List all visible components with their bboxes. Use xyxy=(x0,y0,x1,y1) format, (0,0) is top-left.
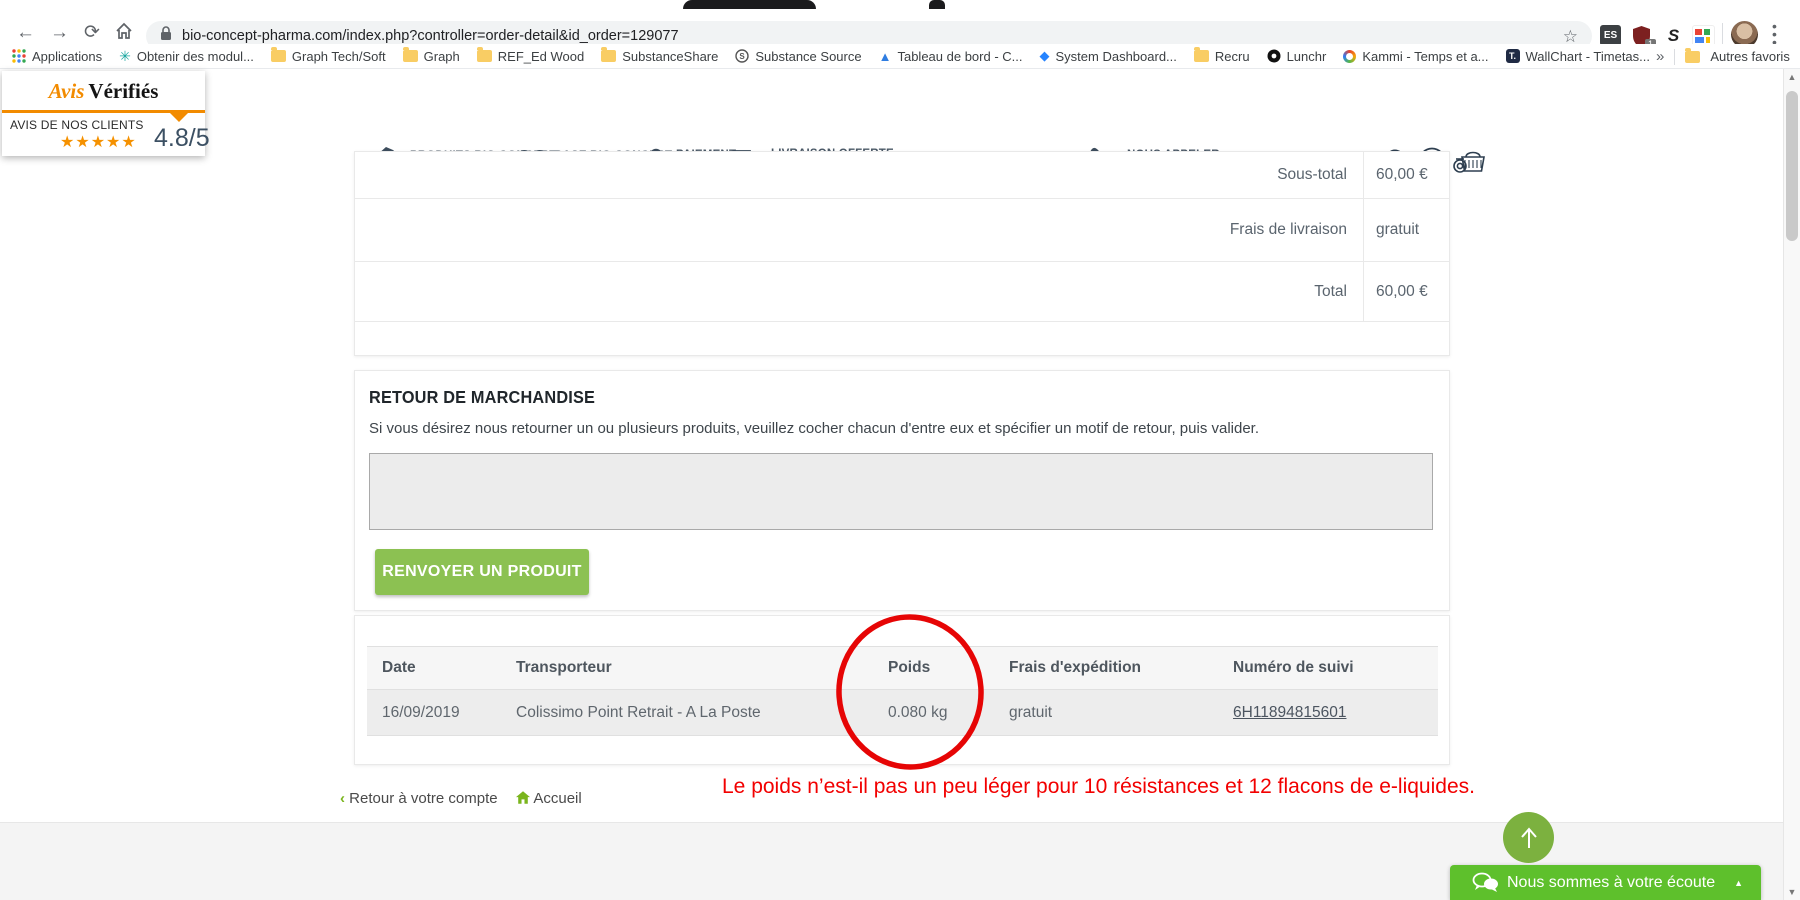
teal-burst-icon: ✳ xyxy=(119,48,131,65)
col-date: Date xyxy=(367,659,501,677)
bookmark-graph[interactable]: Graph xyxy=(403,49,460,64)
cell-carrier: Colissimo Point Retrait - A La Poste xyxy=(501,704,873,722)
folder-icon xyxy=(601,50,616,62)
bookmarks-divider xyxy=(1674,49,1675,65)
apps-grid-icon xyxy=(12,49,26,63)
shipping-fee-label: Frais de livraison xyxy=(355,221,1363,239)
chat-caret-icon: ▲ xyxy=(1734,878,1743,888)
chevron-left-icon: ‹ xyxy=(340,790,349,807)
shipping-fee-value: gratuit xyxy=(1363,199,1449,261)
col-transporteur: Transporteur xyxy=(501,659,873,677)
back-icon[interactable]: ← xyxy=(16,23,35,43)
home-icon[interactable] xyxy=(114,21,134,46)
forward-icon[interactable]: → xyxy=(50,23,69,43)
folder-icon xyxy=(271,50,286,62)
total-value: 60,00 € xyxy=(1363,262,1449,321)
order-totals-card: Sous-total 60,00 € Frais de livraison gr… xyxy=(354,151,1450,356)
orange-triangle xyxy=(170,113,188,122)
bookmark-substance-source[interactable]: S Substance Source xyxy=(735,49,861,64)
tracking-number-link[interactable]: 6H11894815601 xyxy=(1233,704,1347,721)
browser-tab-fragment xyxy=(929,0,945,9)
bookmark-wallchart[interactable]: T. WallChart - Timetas... xyxy=(1506,49,1650,64)
folder-icon xyxy=(1685,51,1700,63)
cell-shipping-cost: gratuit xyxy=(994,704,1218,722)
browser-toolbar: ← → ⟳ bio-concept-pharma.com/index.php?c… xyxy=(0,9,1800,45)
reload-icon[interactable]: ⟳ xyxy=(84,23,100,43)
avis-verifies-logo: Avis Vérifiés xyxy=(2,71,205,104)
bookmark-recru[interactable]: Recru xyxy=(1194,49,1250,64)
home-accueil-link[interactable]: Accueil xyxy=(516,790,582,807)
total-label: Total xyxy=(355,283,1363,301)
annotation-note: Le poids n’est-il pas un peu léger pour … xyxy=(722,775,1475,799)
s-circle-icon: S xyxy=(735,49,749,63)
col-frais-expedition: Frais d'expédition xyxy=(994,659,1218,677)
bookmark-applications[interactable]: Applications xyxy=(12,49,102,64)
extension-shield-icon[interactable]: 1 xyxy=(1631,25,1652,46)
blue-diamond-icon: ◆ xyxy=(1040,48,1050,64)
bookmark-graph-tech[interactable]: Graph Tech/Soft xyxy=(271,49,386,64)
navy-square-t-icon: T. xyxy=(1506,49,1520,63)
total-row-total: Total 60,00 € xyxy=(355,262,1449,322)
rating-value: 4.8/5 xyxy=(154,124,210,153)
col-numero-suivi: Numéro de suivi xyxy=(1218,659,1438,677)
page: ← → ⟳ bio-concept-pharma.com/index.php?c… xyxy=(0,0,1800,900)
bookmarks-right-cluster: » Autres favoris xyxy=(1656,44,1790,69)
total-row-shipping: Frais de livraison gratuit xyxy=(355,199,1449,262)
arrow-up-icon xyxy=(1518,826,1540,850)
bookmark-tableau-de-bord[interactable]: ▲ Tableau de bord - C... xyxy=(879,49,1023,64)
chat-label: Nous sommes à votre écoute xyxy=(1507,874,1715,892)
bookmarks-bar: Applications ✳ Obtenir des modul... Grap… xyxy=(0,44,1800,69)
bookmark-substanceshare[interactable]: SubstanceShare xyxy=(601,49,718,64)
total-row-subtotal: Sous-total 60,00 € xyxy=(355,152,1449,199)
back-to-account-link[interactable]: ‹ Retour à votre compte xyxy=(340,790,498,807)
return-section-title: RETOUR DE MARCHANDISE xyxy=(369,387,595,408)
page-scrollbar[interactable]: ▲ ▼ xyxy=(1783,69,1800,900)
blue-triangle-icon: ▲ xyxy=(879,49,892,64)
folder-icon xyxy=(403,50,418,62)
avis-caption: AVIS DE NOS CLIENTS xyxy=(10,118,144,132)
subtotal-label: Sous-total xyxy=(355,166,1363,184)
bookmark-system-dashboard[interactable]: ◆ System Dashboard... xyxy=(1040,48,1177,64)
chat-widget-bar[interactable]: Nous sommes à votre écoute ▲ xyxy=(1450,865,1761,900)
return-product-button[interactable]: RENVOYER UN PRODUIT xyxy=(375,549,589,595)
return-reason-textarea[interactable] xyxy=(369,453,1433,530)
home-icon xyxy=(516,791,530,804)
bookmark-lunchr[interactable]: Lunchr xyxy=(1267,49,1327,64)
url-text[interactable]: bio-concept-pharma.com/index.php?control… xyxy=(182,28,679,44)
black-dot-icon xyxy=(1267,49,1281,63)
site-header: PRODUITS BIO CONCEPTORIGINE FRANCE GARAN… xyxy=(0,69,1800,152)
cart-basket-icon[interactable] xyxy=(1452,147,1486,180)
rainbow-ring-icon xyxy=(1343,50,1356,63)
extension-es-icon[interactable]: ES xyxy=(1600,25,1621,46)
subtotal-value: 60,00 € xyxy=(1363,152,1449,198)
menu-kebab-icon[interactable]: ••• xyxy=(1772,22,1777,46)
browser-tab-fragment xyxy=(683,0,816,9)
bookmark-modules[interactable]: ✳ Obtenir des modul... xyxy=(119,48,254,65)
chat-bubbles-icon xyxy=(1472,872,1499,893)
svg-text:S: S xyxy=(740,52,746,61)
other-favorites-label[interactable]: Autres favoris xyxy=(1710,49,1789,64)
avis-verifies-widget[interactable]: Avis Vérifiés AVIS DE NOS CLIENTS ★★★★★ … xyxy=(2,71,205,156)
return-section-description: Si vous désirez nous retourner un ou plu… xyxy=(369,420,1259,437)
folder-icon xyxy=(1194,50,1209,62)
lock-icon xyxy=(160,26,172,46)
bookmark-ref-ed-wood[interactable]: REF_Ed Wood xyxy=(477,49,584,64)
extension-substance-icon[interactable]: S xyxy=(1663,25,1684,46)
folder-icon xyxy=(477,50,492,62)
scrollbar-up-icon[interactable]: ▲ xyxy=(1784,69,1800,85)
scrollbar-thumb[interactable] xyxy=(1786,91,1798,241)
scroll-top-button[interactable] xyxy=(1503,812,1554,863)
annotation-circle xyxy=(831,610,989,774)
scrollbar-down-icon[interactable]: ▼ xyxy=(1784,884,1800,900)
return-merchandise-card: RETOUR DE MARCHANDISE Si vous désirez no… xyxy=(354,370,1450,611)
rating-stars: ★★★★★ xyxy=(60,132,137,152)
bookmarks-overflow-chevron[interactable]: » xyxy=(1656,48,1664,65)
bookmark-kammi[interactable]: Kammi - Temps et a... xyxy=(1343,49,1488,64)
cell-date: 16/09/2019 xyxy=(367,704,501,722)
